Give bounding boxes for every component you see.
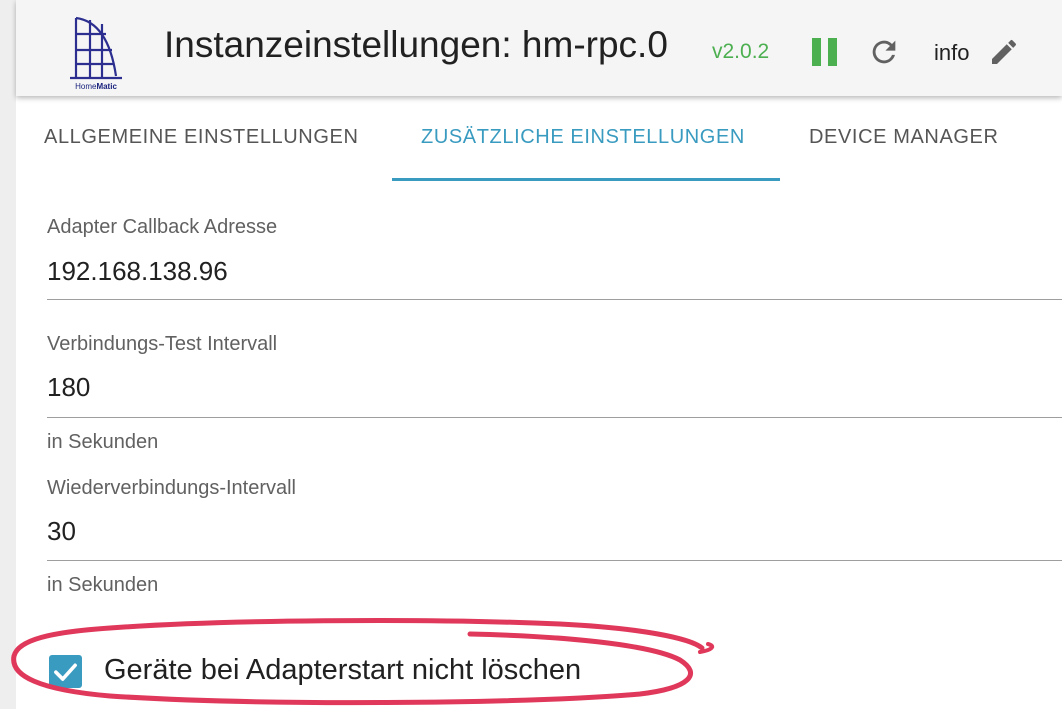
tab-allgemeine-einstellungen[interactable]: ALLGEMEINE EINSTELLUNGEN xyxy=(44,126,359,149)
connection-test-interval-label: Verbindungs-Test Intervall xyxy=(47,333,278,355)
keep-devices-checkbox[interactable] xyxy=(49,655,82,688)
connection-test-interval-helper: in Sekunden xyxy=(47,431,159,453)
callback-address-underline xyxy=(47,299,1062,300)
reload-icon[interactable] xyxy=(867,35,901,69)
checkmark-icon xyxy=(54,663,77,681)
tab-zusaetzliche-einstellungen[interactable]: ZUSÄTZLICHE EINSTELLUNGEN xyxy=(421,126,745,149)
homematic-logo-icon xyxy=(70,16,122,80)
reconnect-interval-helper: in Sekunden xyxy=(47,574,159,596)
logo-text: HomeMatic xyxy=(75,82,117,91)
instance-header: HomeMatic Instanzeinstellungen: hm-rpc.0… xyxy=(16,0,1062,96)
callback-address-label: Adapter Callback Adresse xyxy=(47,216,278,238)
info-button[interactable]: info xyxy=(934,40,969,66)
active-tab-indicator xyxy=(392,178,780,181)
version-badge: v2.0.2 xyxy=(712,40,770,63)
reconnect-interval-input[interactable] xyxy=(47,516,947,547)
connection-test-interval-underline xyxy=(47,417,1062,418)
pause-icon[interactable] xyxy=(812,38,838,66)
edit-icon[interactable] xyxy=(988,36,1020,68)
reconnect-interval-label: Wiederverbindungs-Intervall xyxy=(47,477,297,499)
reconnect-interval-underline xyxy=(47,560,1062,561)
keep-devices-label[interactable]: Geräte bei Adapterstart nicht löschen xyxy=(104,654,581,687)
page-title: Instanzeinstellungen: hm-rpc.0 xyxy=(164,24,668,65)
tab-device-manager[interactable]: DEVICE MANAGER xyxy=(809,126,999,149)
tab-bar: ALLGEMEINE EINSTELLUNGEN ZUSÄTZLICHE EIN… xyxy=(16,96,1062,182)
callback-address-input[interactable] xyxy=(47,256,947,287)
homematic-logo: HomeMatic xyxy=(68,12,124,92)
connection-test-interval-input[interactable] xyxy=(47,372,947,403)
left-edge xyxy=(0,0,16,709)
